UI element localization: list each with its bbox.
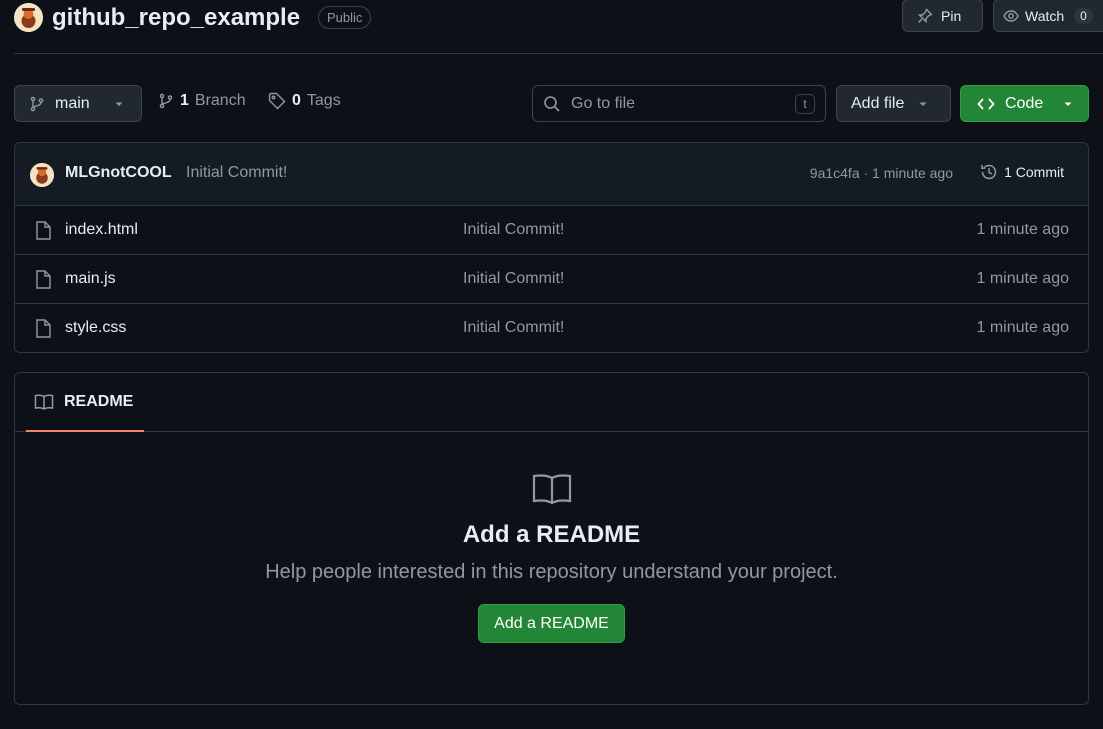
watch-button[interactable]: Watch 0 [993, 0, 1103, 32]
tag-icon [268, 92, 286, 110]
code-label: Code [1005, 94, 1044, 112]
owner-avatar[interactable] [14, 3, 43, 32]
watch-label: Watch [1025, 7, 1065, 24]
table-row[interactable]: style.css Initial Commit! 1 minute ago [15, 304, 1088, 352]
repo-header: github_repo_example Public Pin Watch 0 [14, 0, 1103, 54]
readme-tabbar: README [15, 373, 1088, 432]
go-to-file-input[interactable]: Go to file t [532, 85, 826, 122]
tag-count: 0 [292, 92, 301, 109]
search-icon [543, 95, 561, 113]
file-name[interactable]: main.js [65, 270, 116, 288]
search-placeholder: Go to file [571, 94, 636, 112]
caret-down-icon [918, 99, 928, 109]
caret-down-icon [114, 99, 124, 109]
file-commit-message[interactable]: Initial Commit! [463, 319, 564, 337]
commit-history-link[interactable]: 1 Commit [980, 163, 1064, 181]
readme-heading: Add a README [462, 521, 641, 548]
latest-commit-bar: MLGnotCOOL Initial Commit! 9a1c4fa · 1 m… [15, 143, 1088, 206]
tags-link[interactable]: 0 Tags [268, 92, 341, 110]
file-age: 1 minute ago [976, 221, 1069, 238]
branch-count-label: Branch [194, 92, 246, 109]
readme-panel: README Add a README Help people interest… [14, 372, 1089, 705]
file-name[interactable]: style.css [65, 319, 126, 337]
commit-message[interactable]: Initial Commit! [186, 164, 287, 182]
file-table: MLGnotCOOL Initial Commit! 9a1c4fa · 1 m… [14, 142, 1089, 353]
file-age: 1 minute ago [976, 319, 1069, 336]
watch-count: 0 [1074, 7, 1093, 24]
code-button[interactable]: Code [960, 85, 1089, 122]
pin-button[interactable]: Pin [902, 0, 983, 32]
file-commit-message[interactable]: Initial Commit! [463, 221, 564, 239]
tab-readme[interactable]: README [26, 373, 144, 432]
pin-label: Pin [941, 7, 962, 24]
file-icon [35, 270, 51, 289]
caret-down-icon [1063, 99, 1073, 109]
file-name[interactable]: index.html [65, 221, 138, 239]
branch-count: 1 [180, 92, 189, 109]
table-row[interactable]: index.html Initial Commit! 1 minute ago [15, 206, 1088, 255]
commit-author[interactable]: MLGnotCOOL [65, 164, 172, 182]
file-age: 1 minute ago [976, 270, 1069, 287]
table-row[interactable]: main.js Initial Commit! 1 minute ago [15, 255, 1088, 304]
history-icon [980, 163, 998, 181]
eye-icon [1003, 8, 1019, 24]
file-icon [35, 319, 51, 338]
pin-icon [917, 7, 933, 24]
readme-description: Help people interested in this repositor… [265, 561, 838, 583]
add-file-label: Add file [851, 94, 905, 112]
branches-link[interactable]: 1 Branch [158, 92, 246, 110]
repo-name[interactable]: github_repo_example [52, 2, 300, 34]
branch-icon [29, 96, 45, 112]
readme-empty-state: Add a README Help people interested in t… [15, 473, 1088, 643]
commit-hash-time[interactable]: 9a1c4fa · 1 minute ago [810, 165, 953, 181]
add-file-button[interactable]: Add file [836, 85, 951, 122]
readme-tab-label: README [64, 392, 134, 410]
book-icon [34, 393, 54, 411]
branch-name: main [55, 94, 90, 112]
add-readme-button[interactable]: Add a README [478, 604, 625, 643]
avatar[interactable] [30, 163, 54, 187]
book-icon [532, 473, 572, 505]
tag-count-label: Tags [306, 92, 341, 109]
keyboard-shortcut-hint: t [795, 93, 815, 114]
branch-selector[interactable]: main [14, 85, 142, 122]
visibility-badge: Public [318, 6, 372, 29]
commit-count-label: 1 Commit [1004, 164, 1064, 180]
file-commit-message[interactable]: Initial Commit! [463, 270, 564, 288]
branch-icon [158, 93, 174, 109]
code-icon [977, 96, 995, 112]
file-icon [35, 221, 51, 240]
